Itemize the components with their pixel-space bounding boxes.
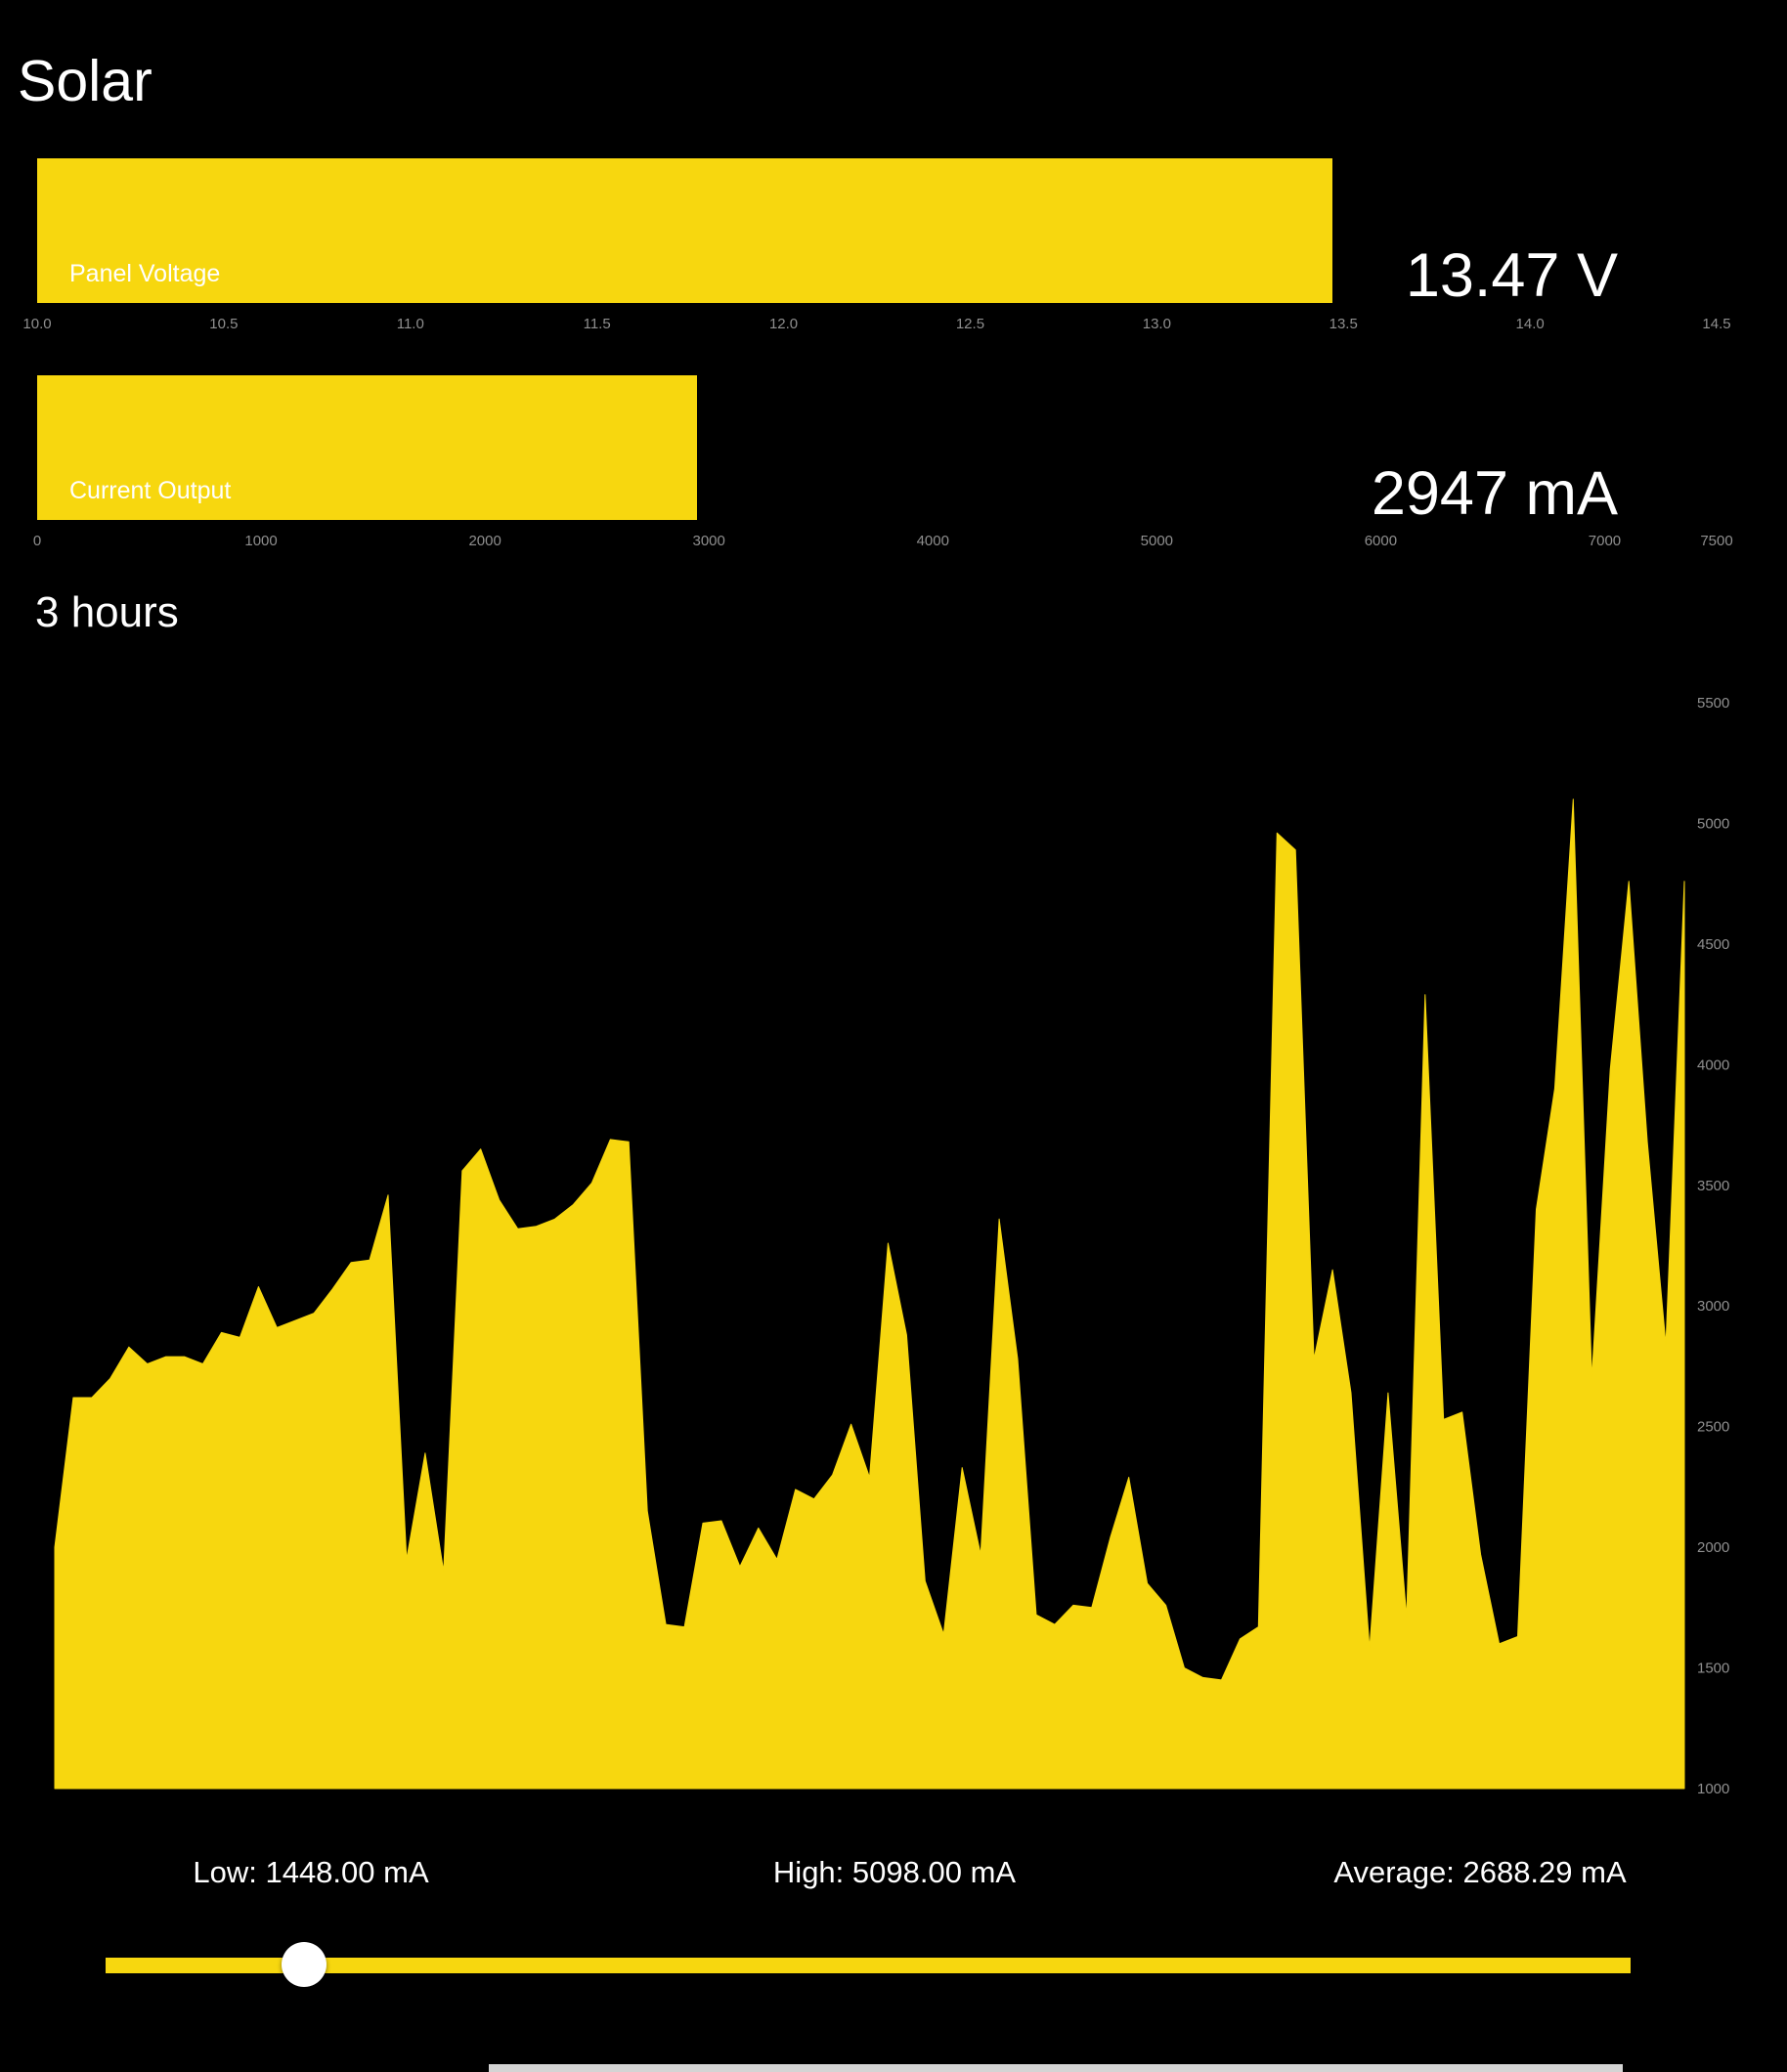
y-tick-label: 3000: [1697, 1298, 1729, 1315]
panel-voltage-tick-label: 10.0: [22, 316, 52, 332]
horizontal-scrollbar[interactable]: [489, 2064, 1623, 2072]
history-title: 3 hours: [35, 588, 179, 636]
y-tick-label: 4000: [1697, 1057, 1729, 1073]
y-tick-label: 5000: [1697, 815, 1729, 832]
high-stat: High: 5098.00 mA: [772, 1855, 1017, 1889]
y-tick-label: 2000: [1697, 1539, 1729, 1556]
low-stat: Low: 1448.00 mA: [193, 1855, 429, 1889]
current-area-series: [54, 799, 1685, 1790]
current-output-tick-label: 4000: [916, 533, 949, 549]
current-output-bar: Current Output: [37, 375, 698, 520]
current-history-chart: 1000 1500 2000 2500 3000 3500 4000 4500 5000 5500: [54, 695, 1729, 1797]
y-tick-label: 2500: [1697, 1419, 1729, 1436]
panel-voltage-bar: Panel Voltage: [37, 158, 1332, 303]
current-output-tick-label: 7000: [1588, 533, 1622, 549]
current-output-tick-label: 2000: [468, 533, 501, 549]
panel-voltage-tick-label: 14.5: [1702, 316, 1731, 332]
current-output-tick-label: 0: [32, 533, 42, 549]
panel-voltage-tick-label: 12.5: [955, 316, 985, 332]
y-tick-label: 3500: [1697, 1178, 1729, 1194]
page-title: Solar: [18, 49, 153, 113]
y-tick-label: 4500: [1697, 936, 1729, 953]
current-output-tick-label: 5000: [1140, 533, 1174, 549]
current-output-tick-label: 6000: [1364, 533, 1398, 549]
panel-voltage-tick-label: 11.0: [396, 316, 424, 332]
average-stat: Average: 2688.29 mA: [1333, 1855, 1627, 1889]
panel-voltage-tick-label: 13.0: [1142, 316, 1171, 332]
panel-voltage-readout: 13.47 V: [1405, 241, 1618, 310]
panel-voltage-tick-label: 10.5: [209, 316, 239, 332]
panel-voltage-tick-label: 13.5: [1329, 316, 1358, 332]
y-tick-label: 1500: [1697, 1661, 1729, 1677]
panel-voltage-tick-label: 12.0: [768, 316, 799, 332]
y-tick-label: 5500: [1697, 695, 1729, 712]
y-tick-label: 1000: [1697, 1781, 1729, 1797]
slider-track[interactable]: [106, 1958, 1631, 1973]
panel-voltage-tick-label: 11.5: [583, 316, 611, 332]
current-output-tick-label: 7500: [1700, 533, 1733, 549]
current-output-label: Current Output: [69, 477, 232, 504]
current-output-tick-label: 1000: [244, 533, 278, 549]
panel-voltage-label: Panel Voltage: [69, 260, 221, 287]
slider-knob[interactable]: [281, 1942, 327, 1987]
panel-voltage-tick-label: 14.0: [1515, 316, 1545, 332]
current-output-tick-label: 3000: [692, 533, 725, 549]
current-output-readout: 2947 mA: [1371, 459, 1618, 528]
